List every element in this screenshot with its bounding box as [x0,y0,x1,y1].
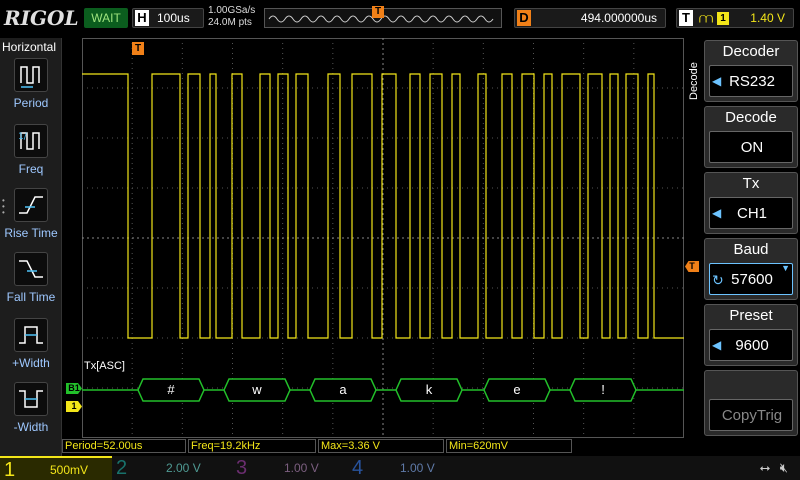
preset-value-box: ◀ 9600 [709,329,793,361]
channel-4-number: 4 [352,457,364,479]
preset-value: 9600 [735,337,769,354]
channel-2-number: 2 [116,457,128,479]
trigger-tag: T [679,10,693,26]
channel-3-button[interactable]: 3 1.00 V [232,456,342,480]
timebase-value: 100us [157,11,190,25]
baud-value: 57600 [731,271,773,288]
memory-depth: 24.0M pts [208,17,252,28]
decode-tab-label: Decode [688,62,700,100]
copy-trig-value: CopyTrig [721,407,783,424]
decoded-char: k [425,382,433,397]
fall-time-icon [14,252,48,286]
trigger-box[interactable]: T ⩋ 1 1.40 V [676,8,794,28]
copy-trig-box: CopyTrig [709,399,793,431]
fall-time-label: Fall Time [6,290,56,304]
pos-width-label: +Width [12,356,50,370]
decoder-type-softkey[interactable]: Decoder ◀ RS232 [704,40,798,102]
freq-label: Freq [18,162,44,176]
preset-label: Preset [729,307,773,324]
waveform-display[interactable]: T Tx[ASC] # w a k e! [82,38,684,438]
neg-width-label: -Width [13,420,49,434]
sample-rate: 1.00GSa/s [208,5,256,16]
decoder-value: RS232 [729,73,775,90]
rigol-logo: RIGOL [4,6,79,30]
measure-min[interactable]: Min=620mV [446,439,572,453]
timebase-box[interactable]: H 100us [132,8,204,28]
svg-text:1/: 1/ [18,132,28,142]
baud-value-box[interactable]: ↻ ▼ 57600 [709,263,793,295]
bus-b1-marker[interactable]: B1 [66,383,82,394]
decode-label: Decode [725,109,777,126]
graticule [82,38,684,438]
delay-tag: D [517,10,531,26]
trigger-position-top-marker: T [132,42,144,55]
rise-time-icon [14,188,48,222]
decode-bus-label: Tx[ASC] [84,360,125,372]
measurement-bar: Period=52.00us Freq=19.2kHz Max=3.36 V M… [62,438,700,454]
delay-box[interactable]: D 494.000000us [514,8,666,28]
measure-freq-button[interactable]: 1/ Freq [0,124,62,188]
speaker-muted-icon[interactable]: 🔇︎ [780,460,788,475]
rise-time-label: Rise Time [4,226,58,240]
decode-menu: Decoder ◀ RS232 Decode ON Tx ◀ CH1 Baud … [700,38,800,458]
measure-freq[interactable]: Freq=19.2kHz [188,439,316,453]
decoded-char: a [339,382,347,397]
trigger-position-marker: T [372,6,384,18]
tx-label: Tx [742,175,760,192]
measure-neg-width-button[interactable]: -Width [0,382,62,446]
decoded-char: e [513,382,521,397]
channel-3-number: 3 [236,457,248,479]
baud-label: Baud [733,241,769,258]
channel-2-button[interactable]: 2 2.00 V [112,456,222,480]
channel-bar: 1 500mV 2 2.00 V 3 1.00 V 4 1.00 V ⭤ 🔇︎ [0,456,800,480]
measure-fall-time-button[interactable]: Fall Time [0,252,62,316]
decoded-char: ! [601,382,605,397]
run-status-badge[interactable]: WAIT [84,8,128,28]
delay-value: 494.000000us [580,11,657,25]
usb-icon[interactable]: ⭤ [760,460,770,475]
channel-4-scale: 1.00 V [400,461,435,475]
tx-value-box: ◀ CH1 [709,197,793,229]
measure-period-button[interactable]: Period [0,58,62,122]
status-icons: ⭤ 🔇︎ [760,460,788,476]
measure-period[interactable]: Period=52.00us [62,439,186,453]
horizontal-tag: H [135,10,149,26]
preset-softkey[interactable]: Preset ◀ 9600 [704,304,798,366]
channel-1-button[interactable]: 1 500mV [0,456,112,480]
pos-width-icon [14,318,48,352]
decode-toggle-softkey[interactable]: Decode ON [704,106,798,168]
trigger-source-badge: 1 [717,12,729,25]
menu-title: Horizontal [2,40,57,54]
top-status-bar: RIGOL WAIT H 100us 1.00GSa/s 24.0M pts T… [0,0,800,38]
horizontal-measure-menu: Horizontal Period 1/ Freq • • • Rise Time … [0,38,62,458]
period-label: Period [13,96,49,110]
channel-3-scale: 1.00 V [284,461,319,475]
measure-max[interactable]: Max=3.36 V [318,439,444,453]
channel-1-scale: 500mV [50,463,89,477]
more-dots-icon: • • • [2,196,5,217]
decoder-value-box: ◀ RS232 [709,65,793,97]
ch1-offset-marker[interactable]: 1 [66,401,82,412]
channel-1-number: 1 [4,459,16,480]
measure-rise-time-button[interactable]: • • • Rise Time [0,188,62,252]
freq-icon: 1/ [14,124,48,158]
acquisition-info: 1.00GSa/s 24.0M pts [208,5,255,29]
channel-4-button[interactable]: 4 1.00 V [348,456,458,480]
trigger-level-marker[interactable]: T [685,261,699,272]
decoded-char: w [252,382,262,397]
period-icon [14,58,48,92]
decode-value: ON [740,139,764,156]
decoder-label: Decoder [722,43,780,60]
copy-trig-softkey[interactable]: CopyTrig [704,370,798,436]
decode-value-box: ON [709,131,793,163]
baud-softkey[interactable]: Baud ↻ ▼ 57600 [704,238,798,300]
decoded-char: # [167,382,175,397]
channel-2-scale: 2.00 V [166,461,201,475]
rising-edge-icon: ⩋ [699,10,714,26]
neg-width-icon [14,382,48,416]
tx-source-softkey[interactable]: Tx ◀ CH1 [704,172,798,234]
trigger-level-value: 1.40 V [750,11,785,25]
measure-pos-width-button[interactable]: +Width [0,318,62,382]
tx-value: CH1 [736,205,767,222]
